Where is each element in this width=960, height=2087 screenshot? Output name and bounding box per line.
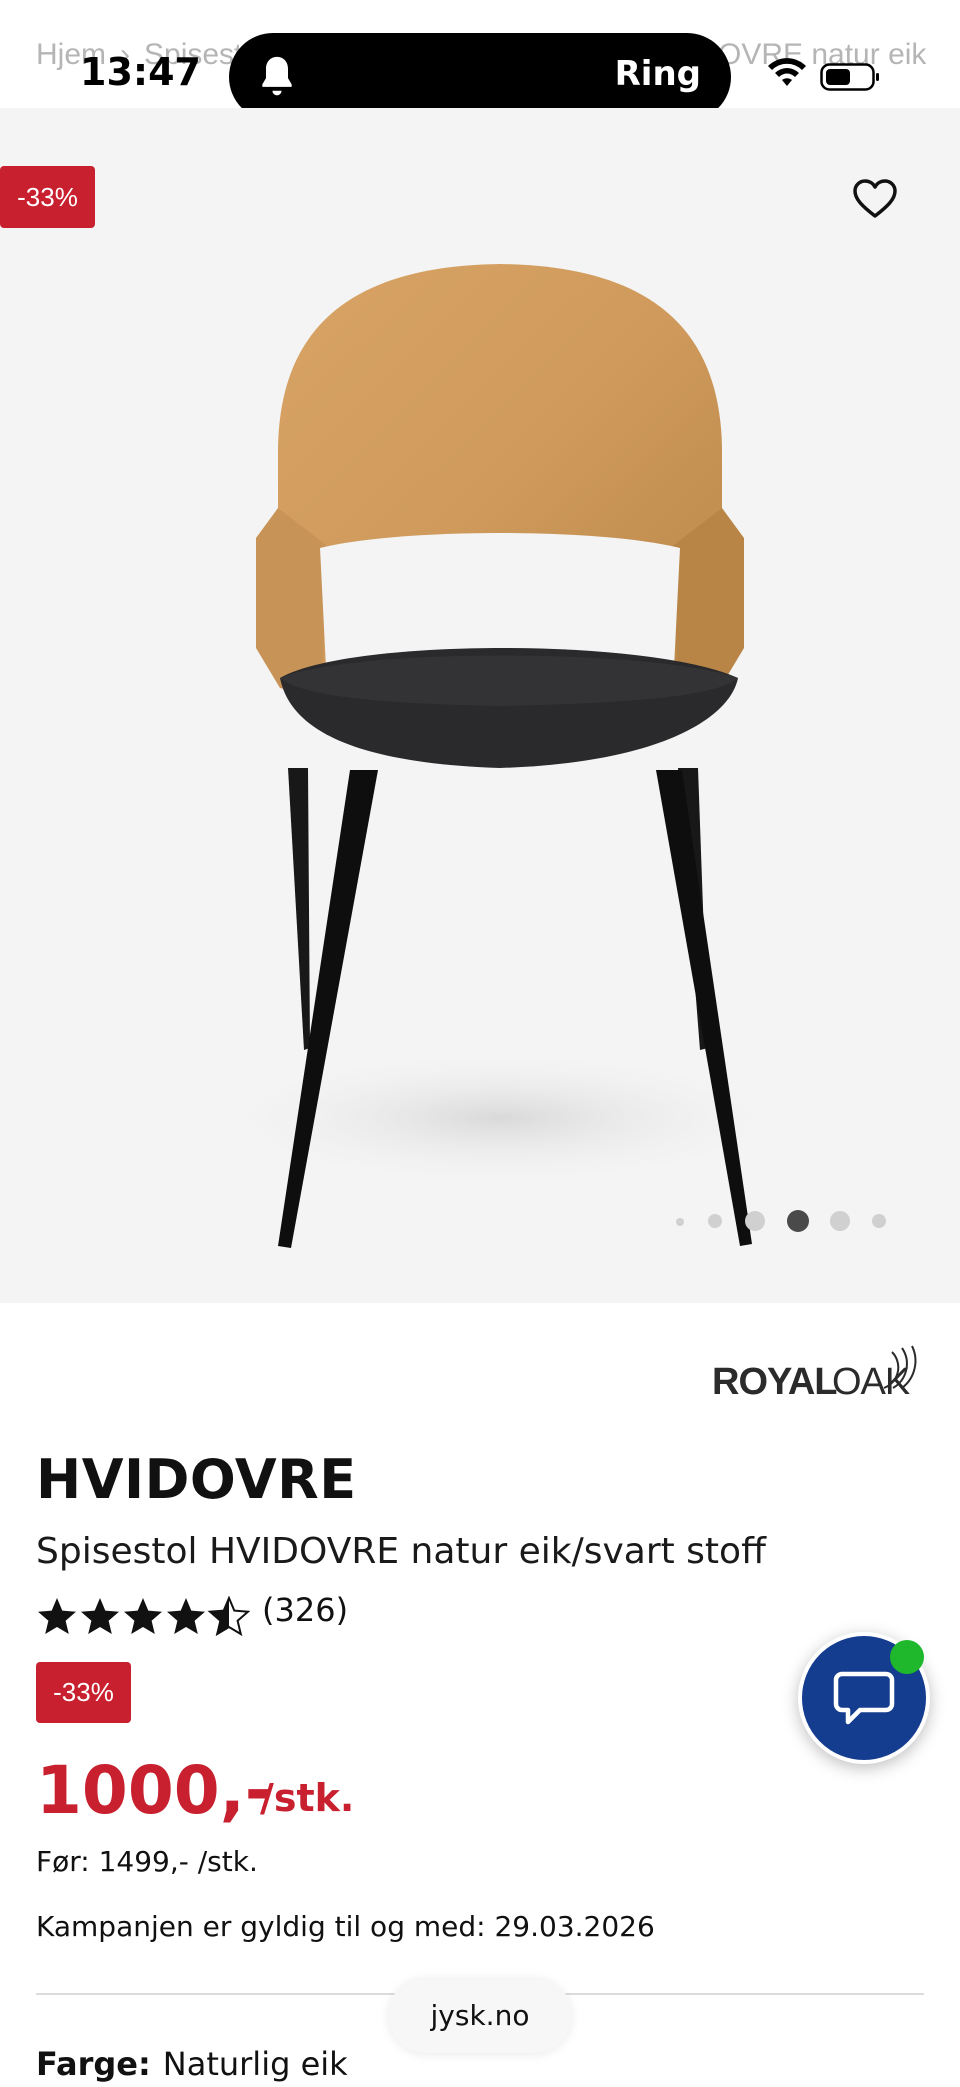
- wifi-icon: [768, 58, 806, 86]
- battery-icon: [820, 63, 879, 91]
- browser-url-bar[interactable]: jysk.no: [388, 1977, 572, 2053]
- product-image: [200, 264, 800, 1248]
- review-count[interactable]: (326): [262, 1591, 348, 1629]
- carousel-dot[interactable]: [830, 1211, 850, 1231]
- star-icon: [167, 1598, 205, 1634]
- rating-stars[interactable]: [36, 1596, 250, 1638]
- carousel-dot[interactable]: [872, 1214, 886, 1228]
- carousel-dot[interactable]: [745, 1211, 765, 1231]
- half-star-icon: [209, 1597, 249, 1635]
- top-bar: Hjem › Spisest OVRE natur eik 13:47 Ring: [0, 0, 960, 121]
- ring-label: Ring: [614, 54, 701, 94]
- color-selector[interactable]: Farge: Naturlig eik: [36, 2045, 348, 2083]
- product-name: HVIDOVRE: [36, 1448, 357, 1511]
- star-icon: [81, 1598, 119, 1634]
- product-description: Spisestol HVIDOVRE natur eik/svart stoff: [36, 1531, 766, 1572]
- bell-icon: [262, 56, 292, 96]
- previous-price: Før: 1499,- /stk.: [36, 1845, 258, 1878]
- carousel-dot[interactable]: [676, 1218, 684, 1226]
- price: 1000,-: [36, 1752, 273, 1829]
- price-unit: /stk.: [260, 1776, 355, 1820]
- heart-icon[interactable]: [852, 178, 898, 220]
- discount-badge: -33%: [36, 1662, 131, 1723]
- carousel-dot[interactable]: [708, 1214, 722, 1228]
- color-value: Naturlig eik: [162, 2045, 348, 2083]
- gallery-discount-badge: -33%: [0, 166, 95, 228]
- chat-bubble-icon: [833, 1671, 895, 1725]
- star-icon: [38, 1598, 76, 1634]
- product-gallery[interactable]: -33%: [0, 108, 960, 1303]
- brand-logo-text-royal: ROYAL: [712, 1361, 837, 1403]
- carousel-dot-active[interactable]: [787, 1210, 809, 1232]
- brand-logo[interactable]: ROYAL OAK: [712, 1342, 926, 1404]
- status-time: 13:47: [80, 50, 201, 94]
- color-label: Farge:: [36, 2045, 151, 2083]
- online-status-dot: [890, 1640, 924, 1674]
- star-icon: [124, 1598, 162, 1634]
- campaign-validity: Kampanjen er gyldig til og med: 29.03.20…: [36, 1910, 655, 1943]
